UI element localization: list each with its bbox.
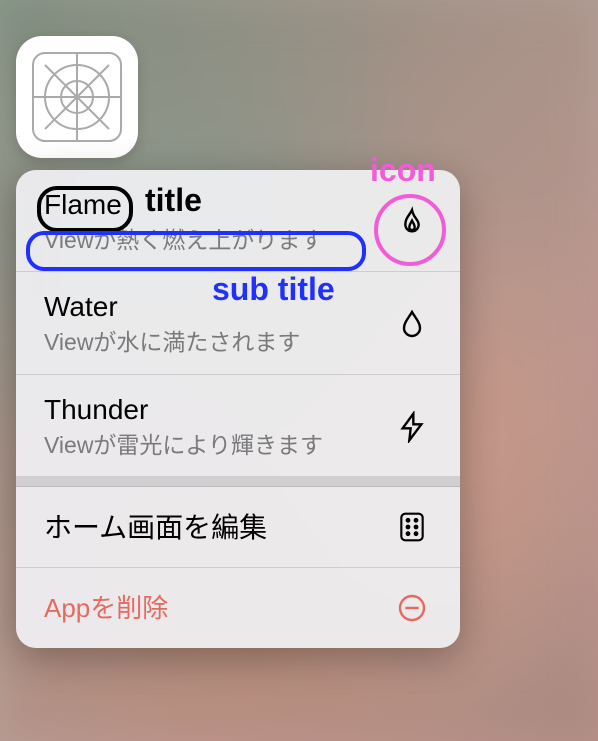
menu-item-title: ホーム画面を編集 (44, 511, 392, 545)
app-icon[interactable] (16, 36, 138, 158)
menu-item-subtitle: Viewが雷光により輝きます (44, 431, 392, 461)
annotation-icon-circle (374, 194, 446, 266)
menu-item-delete-app[interactable]: Appを削除 (16, 568, 460, 648)
menu-item-edit-home[interactable]: ホーム画面を編集 (16, 487, 460, 568)
annotation-icon-label: icon (370, 152, 436, 189)
bolt-icon (392, 407, 432, 447)
menu-item-thunder[interactable]: Thunder Viewが雷光により輝きます (16, 375, 460, 477)
menu-item-title: Thunder (44, 393, 392, 427)
menu-item-title: Appを削除 (44, 593, 392, 624)
annotation-title-label: title (145, 182, 202, 219)
menu-separator (16, 477, 460, 487)
drop-icon (392, 304, 432, 344)
menu-item-subtitle: Viewが水に満たされます (44, 328, 392, 358)
remove-icon (392, 588, 432, 628)
annotation-subtitle-box (26, 231, 366, 271)
apps-grid-icon (392, 507, 432, 547)
annotation-subtitle-label: sub title (212, 271, 335, 308)
annotation-title-box (37, 186, 133, 232)
